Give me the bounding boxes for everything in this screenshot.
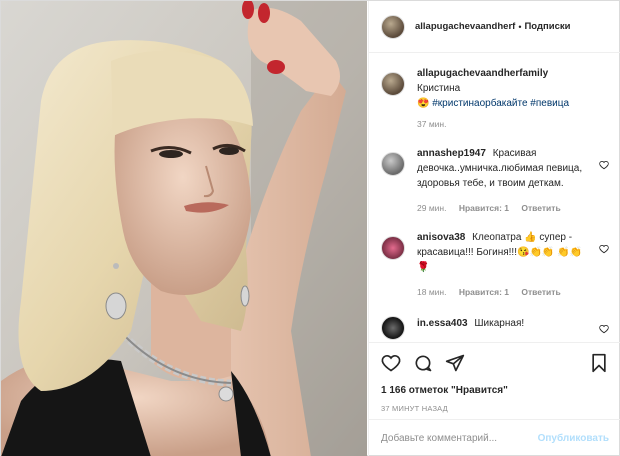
reply-button[interactable]: Ответить xyxy=(521,287,560,297)
reply-button[interactable]: Ответить xyxy=(521,203,560,213)
post-sidebar: allapugachevaandherf • Подписки allapuga… xyxy=(368,1,620,456)
share-paper-plane-icon[interactable] xyxy=(445,353,465,373)
comment-likes[interactable]: Нравится: 1 xyxy=(459,287,509,297)
likes-count[interactable]: 1 166 отметок "Нравится" xyxy=(381,385,609,396)
comment-time[interactable]: 18 мин. xyxy=(417,287,446,297)
separator-dot: • xyxy=(518,21,522,32)
caption-emoji: 😍 xyxy=(417,98,430,109)
comment-avatar[interactable] xyxy=(381,316,405,340)
like-heart-icon[interactable] xyxy=(381,353,401,373)
instagram-post: allapugachevaandherf • Подписки allapuga… xyxy=(0,0,620,456)
comment-item: in.essa403 Шикарная! xyxy=(381,310,609,340)
caption: allapugachevaandherfamily Кристина 😍 #кр… xyxy=(381,66,609,132)
post-actions: 1 166 отметок "Нравится" 37 МИНУТ НАЗАД xyxy=(369,342,620,418)
like-comment-heart-icon[interactable] xyxy=(599,244,609,254)
comment-username[interactable]: anisova38 xyxy=(417,232,465,243)
author-username[interactable]: allapugachevaandherf xyxy=(415,21,515,32)
comment-item: annashep1947 Красивая девочка..умничка.л… xyxy=(381,146,609,216)
caption-text: Кристина xyxy=(417,83,461,94)
comment-avatar[interactable] xyxy=(381,152,405,176)
comment-item: anisova38 Клеопатра 👍 супер - красавица!… xyxy=(381,230,609,300)
caption-time[interactable]: 37 мин. xyxy=(417,119,446,129)
caption-meta: 37 мин. xyxy=(417,117,589,132)
comment-username[interactable]: annashep1947 xyxy=(417,148,486,159)
post-photo[interactable] xyxy=(1,1,367,456)
bookmark-icon[interactable] xyxy=(589,353,609,373)
caption-hashtags[interactable]: #кристинаорбакайте #певица xyxy=(432,98,569,109)
caption-avatar[interactable] xyxy=(381,72,405,96)
add-comment-bar: Опубликовать xyxy=(369,419,620,456)
comment-body: in.essa403 Шикарная! xyxy=(417,316,589,340)
comment-meta: 18 мин. Нравится: 1 Ответить xyxy=(417,285,589,300)
post-timestamp[interactable]: 37 МИНУТ НАЗАД xyxy=(381,404,609,413)
comment-body: annashep1947 Красивая девочка..умничка.л… xyxy=(417,146,589,216)
comment-username[interactable]: in.essa403 xyxy=(417,318,468,329)
action-icons xyxy=(381,351,609,375)
comment-bubble-icon[interactable] xyxy=(413,353,433,373)
comment-text: Шикарная! xyxy=(474,318,525,329)
post-header: allapugachevaandherf • Подписки xyxy=(369,1,620,53)
comment-avatar[interactable] xyxy=(381,236,405,260)
like-comment-heart-icon[interactable] xyxy=(599,324,609,334)
caption-username[interactable]: allapugachevaandherfamily xyxy=(417,68,548,79)
comment-likes[interactable]: Нравится: 1 xyxy=(459,203,509,213)
comment-body: anisova38 Клеопатра 👍 супер - красавица!… xyxy=(417,230,589,300)
publish-button[interactable]: Опубликовать xyxy=(538,433,609,444)
author-avatar[interactable] xyxy=(381,14,405,39)
comment-input[interactable] xyxy=(381,433,538,444)
like-comment-heart-icon[interactable] xyxy=(599,160,609,170)
following-button[interactable]: Подписки xyxy=(524,21,570,32)
comment-time[interactable]: 29 мин. xyxy=(417,203,446,213)
portrait-image xyxy=(1,1,367,456)
comments-list[interactable]: allapugachevaandherfamily Кристина 😍 #кр… xyxy=(369,54,620,341)
comment-meta: 29 мин. Нравится: 1 Ответить xyxy=(417,201,589,216)
caption-body: allapugachevaandherfamily Кристина 😍 #кр… xyxy=(417,66,589,132)
